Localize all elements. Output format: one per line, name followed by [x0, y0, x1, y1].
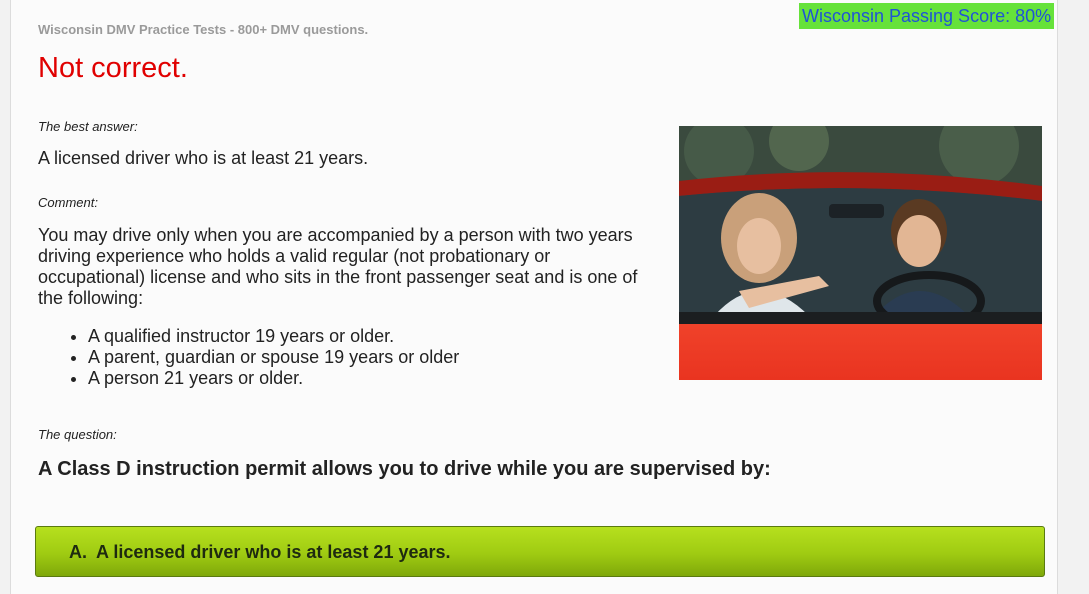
best-answer-text: A licensed driver who is at least 21 yea…	[38, 148, 369, 168]
list-item: A qualified instructor 19 years or older…	[88, 326, 459, 347]
question-label: The question:	[38, 427, 117, 442]
scrollbar[interactable]	[1059, 0, 1089, 594]
comment-label: Comment:	[38, 195, 98, 210]
car-photo-image	[679, 126, 1042, 380]
passing-score-badge: Wisconsin Passing Score: 80%	[799, 3, 1055, 29]
answer-text: A licensed driver who is at least 21 yea…	[96, 542, 451, 562]
list-item: A person 21 years or older.	[88, 368, 459, 389]
list-item: A parent, guardian or spouse 19 years or…	[88, 347, 459, 368]
result-heading: Not correct.	[38, 52, 188, 84]
page-container: Wisconsin DMV Practice Tests - 800+ DMV …	[10, 0, 1058, 594]
comment-text: You may drive only when you are accompan…	[38, 225, 638, 308]
comment-list: A qualified instructor 19 years or older…	[38, 326, 459, 389]
site-title: Wisconsin DMV Practice Tests - 800+ DMV …	[38, 22, 369, 37]
best-answer-label: The best answer:	[38, 119, 138, 134]
answer-letter: A.	[69, 542, 87, 562]
question-text: A Class D instruction permit allows you …	[38, 458, 771, 480]
answer-option-a[interactable]: A. A licensed driver who is at least 21 …	[35, 526, 1045, 577]
